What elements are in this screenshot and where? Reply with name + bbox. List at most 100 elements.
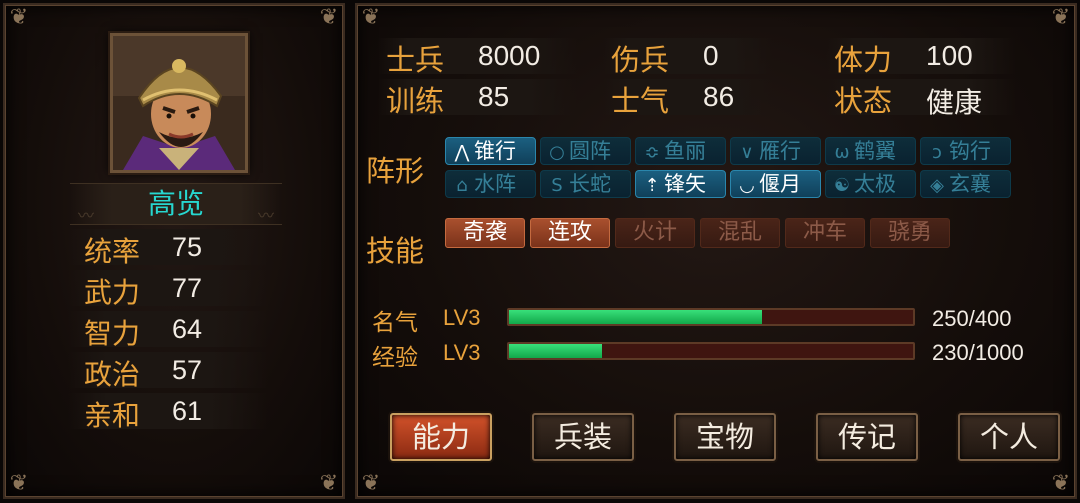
formation-label: 太极: [854, 172, 896, 196]
skill-2[interactable]: 连攻: [530, 218, 610, 248]
tab-4[interactable]: 传记: [816, 413, 918, 461]
formation-10[interactable]: ◡ 偃月: [730, 170, 821, 198]
corner-ornament-icon: ❦: [361, 5, 381, 30]
skill-4[interactable]: 混乱: [700, 218, 780, 248]
crescent-icon: ◡: [739, 175, 755, 196]
arrow-up-icon: ⋀: [454, 142, 470, 163]
formation-1[interactable]: ⋀ 锥行: [445, 137, 536, 165]
formation-5[interactable]: ω 鹤翼: [825, 137, 916, 165]
general-name-plate: 〰 高览 〰: [70, 183, 282, 225]
attribute-label: 智力: [84, 317, 141, 350]
exp-level: LV3: [443, 340, 481, 365]
wave-icon: ⌂: [456, 175, 468, 196]
attribute-label: 统率: [84, 235, 141, 268]
attribute-value: 77: [172, 273, 203, 303]
corner-ornament-icon: ❦: [9, 471, 29, 496]
attribute-label: 武力: [84, 276, 141, 309]
formation-label: 钩行: [949, 139, 991, 163]
attribute-value: 61: [172, 396, 203, 426]
attribute-row-force: 武力 77: [68, 270, 268, 309]
stat-value: 0: [703, 40, 719, 71]
tab-1[interactable]: 能力: [390, 413, 492, 461]
corner-ornament-icon: ❦: [9, 5, 29, 30]
stat-label: 体力: [834, 43, 893, 77]
diamond-icon: ◈: [930, 175, 944, 196]
stat-training: 训练 85: [378, 79, 578, 118]
arrowhead-icon: ⇡: [644, 175, 660, 196]
formation-12[interactable]: ◈ 玄襄: [920, 170, 1011, 198]
stat-label: 状态: [834, 84, 893, 118]
stat-morale: 士气 86: [603, 79, 773, 118]
formation-6[interactable]: ↄ 钩行: [920, 137, 1011, 165]
snake-icon: S: [551, 175, 563, 196]
stat-label: 士兵: [386, 43, 445, 77]
formation-9[interactable]: ⇡ 锋矢: [635, 170, 726, 198]
general-portrait[interactable]: [110, 33, 248, 173]
stat-label: 训练: [386, 84, 445, 118]
formation-8[interactable]: S 长蛇: [540, 170, 631, 198]
fame-progress-fill: [509, 310, 762, 324]
stat-label: 伤兵: [611, 43, 670, 77]
stat-status: 状态 健康: [826, 79, 1016, 118]
skill-3[interactable]: 火计: [615, 218, 695, 248]
hook-icon: ↄ: [932, 142, 942, 163]
attribute-value: 57: [172, 355, 203, 385]
stat-soldiers: 士兵 8000: [378, 38, 578, 77]
attribute-row-charisma: 亲和 61: [68, 393, 268, 432]
general-portrait-image: [113, 36, 245, 170]
fame-level: LV3: [443, 305, 481, 330]
skill-1[interactable]: 奇袭: [445, 218, 525, 248]
formation-2[interactable]: ○ 圆阵: [540, 137, 631, 165]
exp-value: 230/1000: [932, 340, 1024, 365]
stat-label: 士气: [611, 84, 670, 118]
formation-label: 水阵: [474, 172, 516, 196]
attribute-label: 政治: [84, 358, 141, 391]
attribute-value: 75: [172, 232, 203, 262]
formation-label: 偃月: [759, 172, 801, 196]
formation-label: 锥行: [474, 139, 516, 163]
tab-5[interactable]: 个人: [958, 413, 1060, 461]
corner-ornament-icon: ❦: [319, 5, 339, 30]
fame-progress-bar: [507, 308, 915, 326]
exp-progress-fill: [509, 344, 602, 358]
tab-2[interactable]: 兵装: [532, 413, 634, 461]
attribute-label: 亲和: [84, 399, 141, 432]
formation-3[interactable]: ≎ 鱼丽: [635, 137, 726, 165]
corner-ornament-icon: ❦: [1051, 5, 1071, 30]
skill-5[interactable]: 冲车: [785, 218, 865, 248]
formation-7[interactable]: ⌂ 水阵: [445, 170, 536, 198]
stat-value: 86: [703, 81, 735, 112]
stat-wounded: 伤兵 0: [603, 38, 773, 77]
exp-progress-bar: [507, 342, 915, 360]
stat-value: 8000: [478, 40, 541, 71]
skill-section-label: 技能: [366, 234, 425, 268]
v-shape-icon: ∨: [740, 142, 754, 163]
fame-value: 250/400: [932, 306, 1012, 331]
formation-label: 雁行: [759, 139, 801, 163]
circle-icon: ○: [549, 142, 565, 163]
formation-label: 锋矢: [664, 172, 706, 196]
formation-11[interactable]: ☯ 太极: [825, 170, 916, 198]
attribute-row-intelligence: 智力 64: [68, 311, 268, 350]
tab-3[interactable]: 宝物: [674, 413, 776, 461]
formation-label: 鱼丽: [664, 139, 706, 163]
wings-icon: ω: [834, 142, 850, 163]
corner-ornament-icon: ❦: [319, 471, 339, 496]
stat-stamina: 体力 100: [826, 38, 1016, 77]
stat-value: 100: [926, 40, 973, 71]
corner-ornament-icon: ❦: [361, 471, 381, 496]
fish-icon: ≎: [644, 142, 660, 163]
corner-ornament-icon: ❦: [1051, 471, 1071, 496]
formation-label: 圆阵: [569, 139, 611, 163]
attribute-row-leadership: 统率 75: [68, 229, 268, 268]
formation-section-label: 阵形: [366, 154, 425, 188]
stat-value: 85: [478, 81, 510, 112]
attribute-row-politics: 政治 57: [68, 352, 268, 391]
skill-6[interactable]: 骁勇: [870, 218, 950, 248]
formation-4[interactable]: ∨ 雁行: [730, 137, 821, 165]
general-name: 高览: [147, 187, 204, 220]
stat-value: 健康: [926, 87, 983, 118]
formation-label: 长蛇: [569, 172, 611, 196]
formation-label: 鹤翼: [854, 139, 896, 163]
formation-label: 玄襄: [949, 172, 991, 196]
